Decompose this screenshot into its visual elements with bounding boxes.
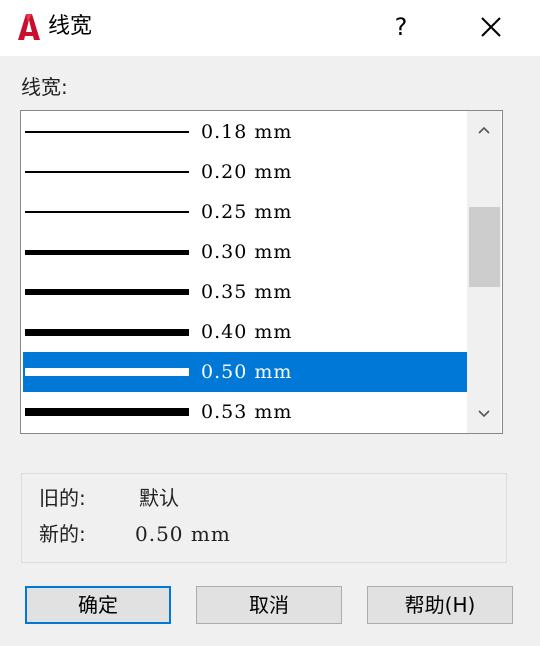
lineweight-item[interactable]: 0.35 mm: [23, 272, 467, 312]
lineweight-item[interactable]: 0.25 mm: [23, 192, 467, 232]
lineweight-sample-line: [25, 368, 189, 376]
lineweight-item[interactable]: 0.30 mm: [23, 232, 467, 272]
lineweight-sample-line: [25, 131, 189, 133]
new-value: 0.50 mm: [135, 522, 231, 546]
lineweight-sample-line: [25, 289, 189, 295]
new-label: 新的:: [39, 522, 86, 546]
lineweight-item[interactable]: 0.53 mm: [23, 392, 467, 432]
lineweight-sample-line: [25, 408, 189, 416]
lineweight-listbox[interactable]: 0.18 mm 0.20 mm 0.25 mm 0.30 mm 0.35 mm 0.40 …: [20, 110, 503, 434]
lineweight-item[interactable]: 0.50 mm: [23, 352, 467, 392]
lineweight-sample-line: [25, 171, 189, 173]
close-icon: [481, 17, 501, 37]
window-title: 线宽: [48, 14, 93, 39]
old-value: 默认: [139, 486, 179, 510]
lineweight-value: 0.25 mm: [201, 201, 293, 223]
lineweight-value: 0.40 mm: [201, 321, 293, 343]
lineweight-label: 线宽:: [21, 75, 68, 99]
lineweight-item[interactable]: 0.20 mm: [23, 152, 467, 192]
lineweight-value: 0.50 mm: [201, 361, 293, 383]
old-label: 旧的:: [39, 486, 86, 510]
lineweight-value: 0.35 mm: [201, 281, 293, 303]
autocad-logo-icon: [18, 14, 40, 40]
ok-button[interactable]: 确定: [25, 586, 171, 624]
scroll-down-button[interactable]: [467, 397, 501, 431]
scroll-up-button[interactable]: [467, 113, 501, 147]
lineweight-item[interactable]: 0.40 mm: [23, 312, 467, 352]
title-bar: 线宽 ?: [0, 0, 540, 56]
lineweight-value: 0.20 mm: [201, 161, 293, 183]
scroll-thumb[interactable]: [469, 207, 500, 287]
close-button[interactable]: [474, 10, 508, 44]
help-h-button[interactable]: 帮助(H): [367, 586, 513, 624]
vertical-scrollbar[interactable]: [467, 111, 501, 433]
lineweight-info-group: 旧的: 默认 新的: 0.50 mm: [21, 473, 507, 563]
lineweight-sample-line: [25, 250, 189, 255]
chevron-down-icon: [478, 410, 490, 418]
lineweight-value: 0.18 mm: [201, 121, 293, 143]
lineweight-item[interactable]: 0.18 mm: [23, 112, 467, 152]
lineweight-value: 0.30 mm: [201, 241, 293, 263]
chevron-up-icon: [478, 126, 490, 134]
help-button[interactable]: ?: [384, 10, 418, 44]
lineweight-sample-line: [25, 329, 189, 336]
cancel-button[interactable]: 取消: [196, 586, 342, 624]
lineweight-value: 0.53 mm: [201, 401, 293, 423]
lineweight-sample-line: [25, 211, 189, 213]
